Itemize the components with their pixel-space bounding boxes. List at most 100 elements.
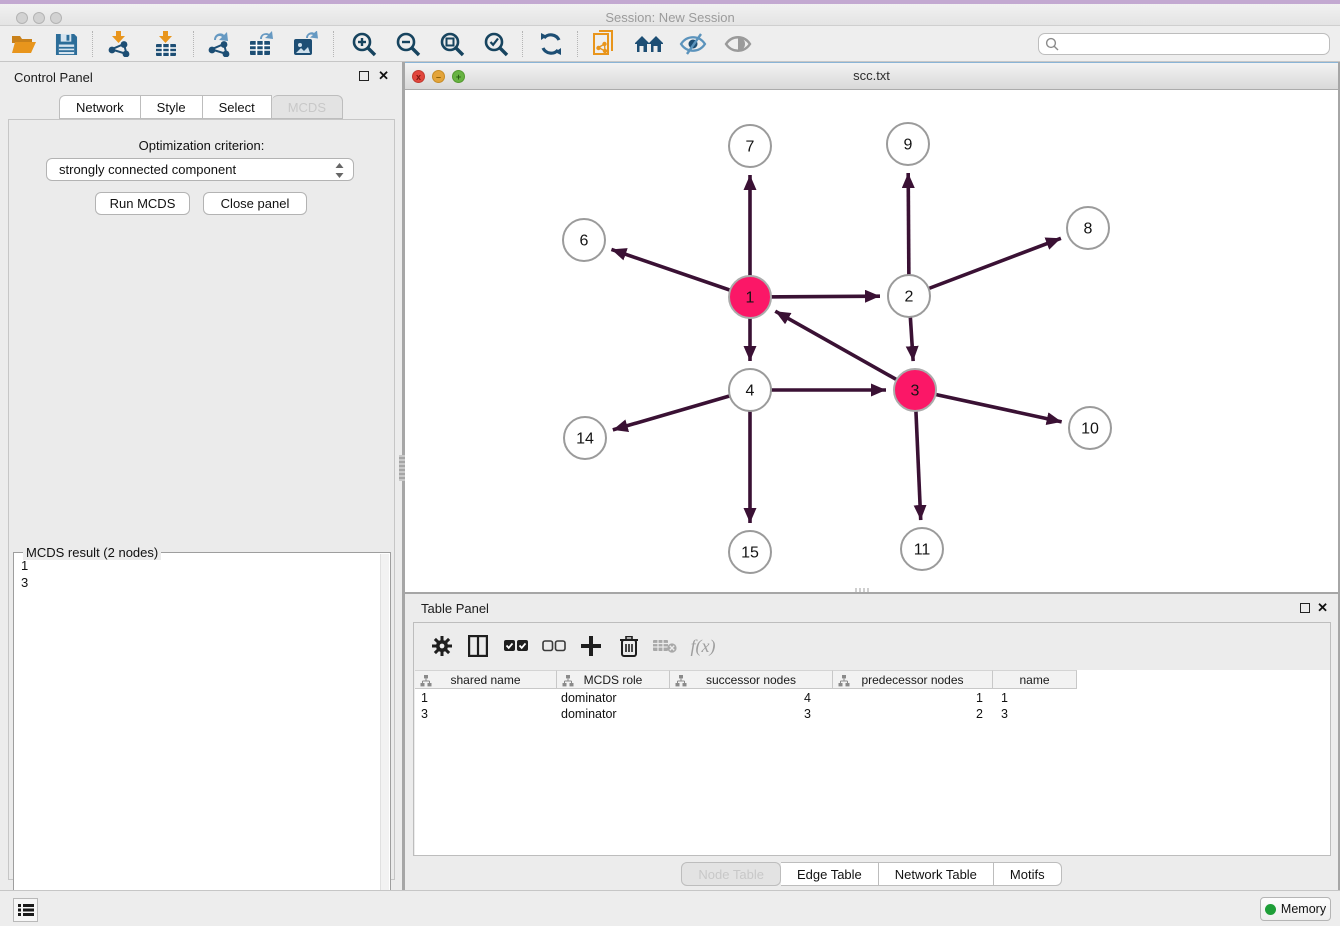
import-table-icon[interactable] <box>151 29 181 59</box>
tab-mcds[interactable]: MCDS <box>272 95 343 119</box>
control-panel: Control Panel ✕ NetworkStyleSelectMCDS O… <box>0 62 402 890</box>
task-history-button[interactable] <box>13 898 38 922</box>
node-label-14: 14 <box>576 431 594 448</box>
toolbar-separator <box>333 31 334 57</box>
node-label-7: 7 <box>746 139 755 156</box>
table-row[interactable]: 1dominator411 <box>415 690 1077 706</box>
column-header-label: name <box>1019 673 1049 687</box>
control-panel-header: Control Panel ✕ <box>0 62 402 90</box>
search-input[interactable] <box>1059 35 1329 53</box>
first-neighbors-icon[interactable] <box>634 29 664 59</box>
clone-network-icon[interactable] <box>590 29 620 59</box>
delete-row-icon[interactable] <box>615 632 643 660</box>
edge-3-1[interactable] <box>775 311 915 390</box>
edge-3-10[interactable] <box>915 390 1062 422</box>
toolbar-separator <box>193 31 194 57</box>
zoom-fit-icon[interactable] <box>437 29 467 59</box>
close-panel-button[interactable]: Close panel <box>203 192 307 215</box>
node-table: shared name MCDS role successor nodes prede… <box>415 670 1330 855</box>
search-field[interactable] <box>1038 33 1330 55</box>
mcds-result-text: 1 3 <box>16 557 376 923</box>
result-scrollbar[interactable] <box>380 554 389 926</box>
node-label-4: 4 <box>746 383 755 400</box>
network-graph[interactable]: 7968124314101511 <box>405 90 1338 592</box>
table-row[interactable]: 3dominator323 <box>415 706 1077 722</box>
delete-table-icon[interactable] <box>651 632 679 660</box>
node-label-9: 9 <box>904 137 913 154</box>
column-header-label: shared name <box>450 673 520 687</box>
select-all-icon[interactable] <box>502 632 530 660</box>
run-mcds-button[interactable]: Run MCDS <box>95 192 190 215</box>
tab-node-table[interactable]: Node Table <box>681 862 781 886</box>
cell-name[interactable]: 3 <box>993 706 1077 722</box>
export-image-icon[interactable] <box>291 29 321 59</box>
tab-edge-table[interactable]: Edge Table <box>781 862 879 886</box>
column-type-icon <box>420 675 432 690</box>
function-builder-icon[interactable]: f(x) <box>684 632 722 660</box>
memory-status-icon <box>1265 904 1276 915</box>
float-table-panel-icon[interactable] <box>1300 603 1310 613</box>
hide-panels-icon[interactable] <box>678 29 708 59</box>
node-label-1: 1 <box>746 290 755 307</box>
list-icon <box>18 903 34 917</box>
table-settings-icon[interactable] <box>428 632 456 660</box>
node-label-8: 8 <box>1084 221 1093 238</box>
main-toolbar <box>0 26 1340 62</box>
memory-label: Memory <box>1281 902 1326 916</box>
column-header-MCDS-role[interactable]: MCDS role <box>557 670 670 689</box>
zoom-selected-icon[interactable] <box>481 29 511 59</box>
column-header-name[interactable]: name <box>993 670 1077 689</box>
tab-network-table[interactable]: Network Table <box>879 862 994 886</box>
optimization-criterion-dropdown[interactable]: strongly connected component <box>46 158 354 181</box>
column-header-label: MCDS role <box>584 673 643 687</box>
edge-2-8[interactable] <box>909 238 1061 296</box>
cell-successor-nodes[interactable]: 3 <box>670 706 833 722</box>
column-header-shared-name[interactable]: shared name <box>415 670 557 689</box>
tab-motifs[interactable]: Motifs <box>994 862 1062 886</box>
show-columns-icon[interactable] <box>464 632 492 660</box>
table-header-row: shared name MCDS role successor nodes prede… <box>415 670 1077 689</box>
column-type-icon <box>675 675 687 690</box>
column-header-label: successor nodes <box>706 673 796 687</box>
cell-name[interactable]: 1 <box>993 690 1077 706</box>
column-header-label: predecessor nodes <box>861 673 963 687</box>
tab-select[interactable]: Select <box>203 95 272 119</box>
import-network-icon[interactable] <box>104 29 134 59</box>
refresh-layout-icon[interactable] <box>536 29 566 59</box>
cell-MCDS-role[interactable]: dominator <box>557 690 670 706</box>
deselect-all-icon[interactable] <box>540 632 568 660</box>
show-panels-icon[interactable] <box>723 29 753 59</box>
float-panel-icon[interactable] <box>359 71 369 81</box>
zoom-out-icon[interactable] <box>393 29 423 59</box>
add-row-icon[interactable] <box>577 632 605 660</box>
save-session-icon[interactable] <box>51 29 81 59</box>
network-window-titlebar: x – + scc.txt <box>405 63 1338 90</box>
node-label-11: 11 <box>914 542 931 559</box>
network-canvas[interactable]: 7968124314101511 <box>405 90 1338 592</box>
column-header-predecessor-nodes[interactable]: predecessor nodes <box>833 670 993 689</box>
search-icon <box>1045 37 1059 51</box>
column-type-icon <box>838 675 850 690</box>
tab-network[interactable]: Network <box>59 95 141 119</box>
column-header-successor-nodes[interactable]: successor nodes <box>670 670 833 689</box>
toolbar-separator <box>577 31 578 57</box>
zoom-in-icon[interactable] <box>349 29 379 59</box>
cell-shared-name[interactable]: 3 <box>415 706 557 722</box>
memory-button[interactable]: Memory <box>1260 897 1331 921</box>
close-table-panel-icon[interactable]: ✕ <box>1317 600 1328 616</box>
cell-shared-name[interactable]: 1 <box>415 690 557 706</box>
canvas-splitter-grip[interactable] <box>855 588 871 592</box>
table-panel: Table Panel ✕ <box>405 594 1338 890</box>
node-label-2: 2 <box>905 289 914 306</box>
open-session-icon[interactable] <box>9 29 39 59</box>
mcds-tab-content: Optimization criterion: strongly connect… <box>8 119 395 880</box>
window-title: Session: New Session <box>0 8 1340 28</box>
cell-MCDS-role[interactable]: dominator <box>557 706 670 722</box>
tab-style[interactable]: Style <box>141 95 203 119</box>
close-panel-icon[interactable]: ✕ <box>378 68 389 84</box>
export-network-icon[interactable] <box>204 29 234 59</box>
cell-predecessor-nodes[interactable]: 1 <box>833 690 993 706</box>
cell-predecessor-nodes[interactable]: 2 <box>833 706 993 722</box>
cell-successor-nodes[interactable]: 4 <box>670 690 833 706</box>
export-table-icon[interactable] <box>247 29 277 59</box>
